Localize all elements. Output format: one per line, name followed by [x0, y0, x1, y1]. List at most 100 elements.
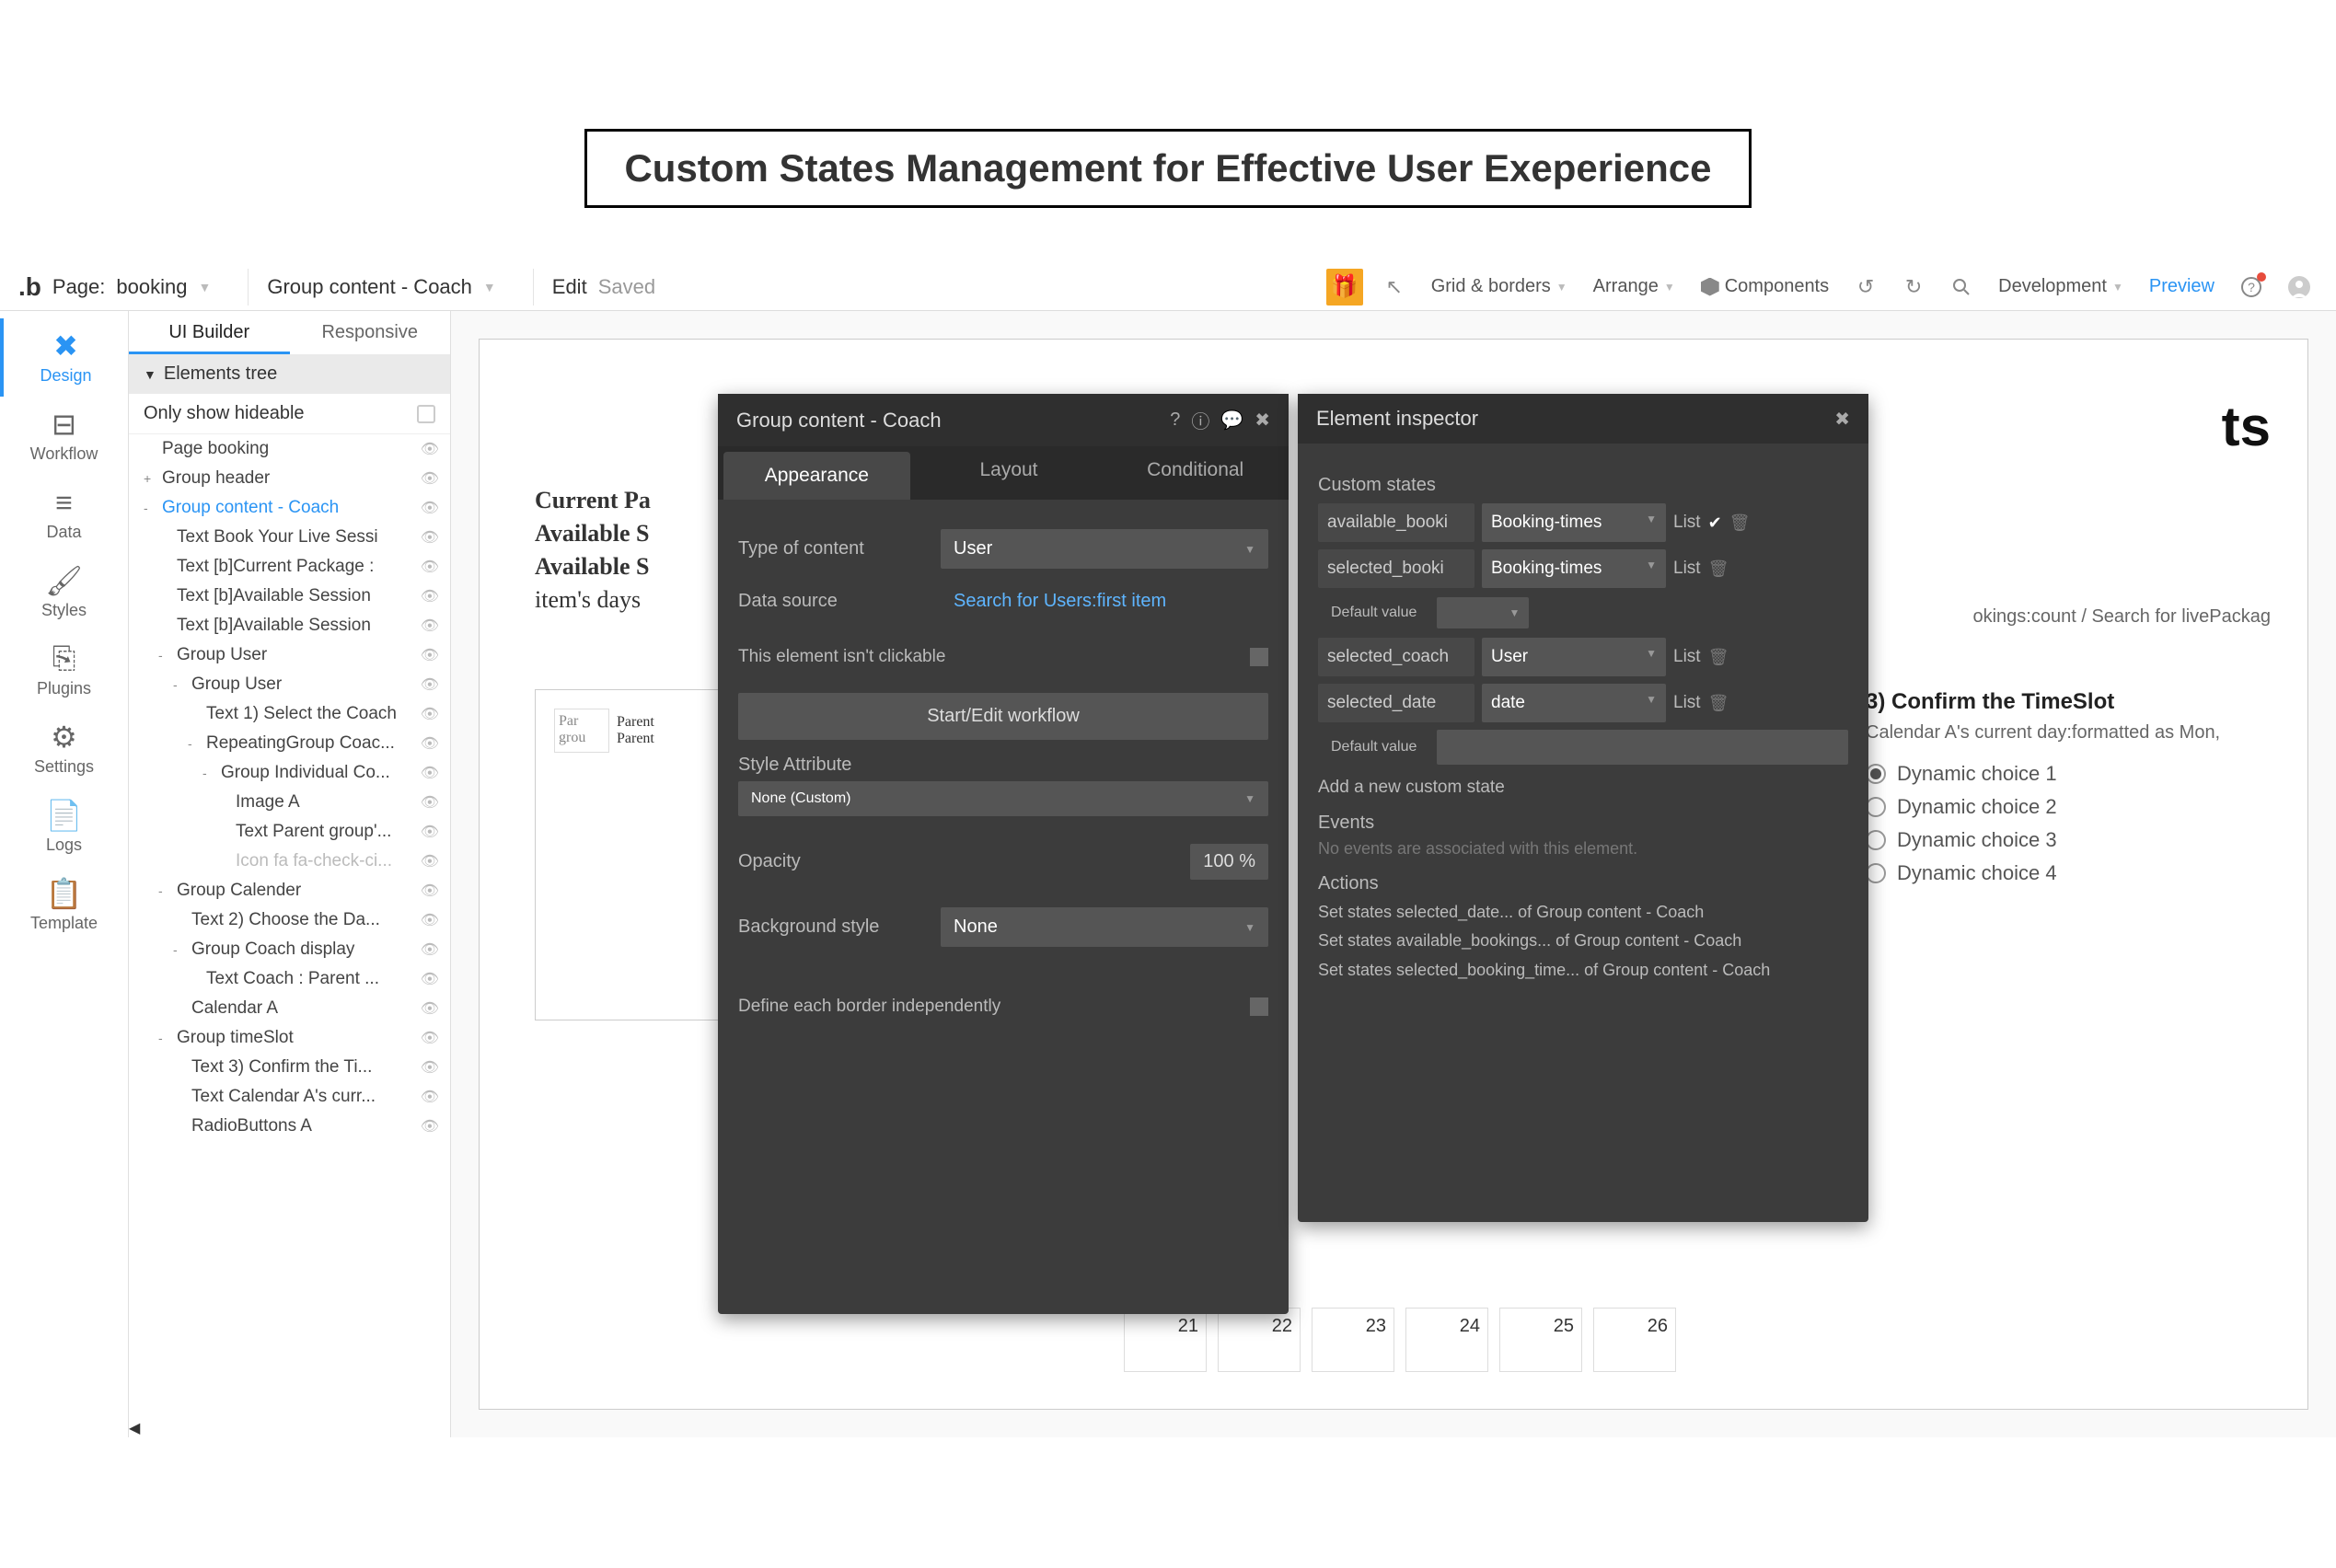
tree-item[interactable]: Text [b]Available Session👁 — [129, 582, 450, 611]
tree-item[interactable]: -Group Calender👁 — [129, 876, 450, 905]
data-source-expression[interactable]: Search for Users:first item — [941, 582, 1268, 621]
close-icon[interactable]: ✖ — [1834, 408, 1850, 431]
info-icon[interactable]: ⓘ — [1191, 407, 1209, 433]
calendar-cell[interactable]: 23 — [1312, 1308, 1394, 1372]
eye-icon[interactable]: 👁 — [421, 705, 439, 723]
help-icon[interactable]: ? — [1170, 409, 1180, 431]
tab-ui-builder[interactable]: UI Builder — [129, 311, 290, 354]
development-menu[interactable]: Development ▼ — [1991, 276, 2131, 297]
tab-appearance[interactable]: Appearance — [723, 452, 910, 500]
eye-icon[interactable]: 👁 — [421, 558, 439, 576]
trash-icon[interactable]: 🗑 — [1708, 559, 1729, 579]
tree-item[interactable]: Text Calendar A's curr...👁 — [129, 1082, 450, 1112]
state-name-input[interactable]: selected_coach — [1318, 638, 1474, 676]
calendar-cell[interactable]: 25 — [1499, 1308, 1582, 1372]
element-selector[interactable]: Group content - Coach — [267, 275, 472, 299]
page-name[interactable]: booking — [116, 275, 187, 299]
tree-item[interactable]: Icon fa fa-check-ci...👁 — [129, 847, 450, 876]
panel-collapse-handle[interactable]: ◀ — [129, 1419, 450, 1437]
modal-header[interactable]: Element inspector ✖ — [1298, 394, 1868, 444]
tree-toggle-icon[interactable]: - — [173, 942, 188, 957]
border-independent-checkbox[interactable] — [1250, 997, 1268, 1016]
tree-toggle-icon[interactable]: - — [188, 736, 202, 751]
tree-toggle-icon[interactable]: - — [158, 1031, 173, 1045]
tree-item[interactable]: Page booking👁 — [129, 434, 450, 464]
state-type-select[interactable]: User▼ — [1482, 638, 1666, 676]
tab-conditional[interactable]: Conditional — [1102, 446, 1289, 500]
eye-icon[interactable]: 👁 — [421, 764, 439, 782]
modal-header[interactable]: Group content - Coach ? ⓘ 💬 ✖ — [718, 394, 1289, 446]
trash-icon[interactable]: 🗑 — [1708, 694, 1729, 713]
default-value-select[interactable]: ▼ — [1437, 597, 1529, 628]
checkbox-icon[interactable] — [417, 405, 435, 423]
calendar-cell[interactable]: 26 — [1593, 1308, 1676, 1372]
eye-icon[interactable]: 👁 — [421, 940, 439, 959]
tree-toggle-icon[interactable]: - — [158, 883, 173, 898]
calendar-cell[interactable]: 24 — [1405, 1308, 1488, 1372]
rail-settings[interactable]: ⚙Settings — [0, 709, 128, 788]
tree-item[interactable]: Text 2) Choose the Da...👁 — [129, 905, 450, 935]
help-icon[interactable]: ? — [2235, 271, 2268, 304]
add-custom-state-link[interactable]: Add a new custom state — [1318, 778, 1848, 798]
tree-item[interactable]: Calendar A👁 — [129, 994, 450, 1023]
radio-option-3[interactable]: Dynamic choice 3 — [1866, 828, 2271, 852]
action-link[interactable]: Set states available_bookings... of Grou… — [1318, 930, 1848, 951]
default-value-input[interactable] — [1437, 730, 1848, 765]
eye-icon[interactable]: 👁 — [421, 1058, 439, 1077]
tree-item[interactable]: Text Coach : Parent ...👁 — [129, 964, 450, 994]
edit-label[interactable]: Edit — [552, 275, 587, 299]
tree-toggle-icon[interactable]: - — [144, 501, 158, 515]
tree-item[interactable]: -Group User👁 — [129, 670, 450, 699]
grid-borders-menu[interactable]: Grid & borders ▼ — [1424, 276, 1575, 297]
radio-option-1[interactable]: Dynamic choice 1 — [1866, 762, 2271, 786]
tree-item[interactable]: -Group timeSlot👁 — [129, 1023, 450, 1053]
eye-icon[interactable]: 👁 — [421, 999, 439, 1018]
eye-icon[interactable]: 👁 — [421, 440, 439, 458]
eye-icon[interactable]: 👁 — [421, 587, 439, 605]
tree-item[interactable]: -Group Individual Co...👁 — [129, 758, 450, 788]
tree-item[interactable]: -Group User👁 — [129, 640, 450, 670]
cursor-icon[interactable]: ↖ — [1378, 271, 1411, 304]
tree-toggle-icon[interactable]: - — [173, 677, 188, 692]
radio-option-2[interactable]: Dynamic choice 2 — [1866, 795, 2271, 819]
state-name-input[interactable]: selected_booki — [1318, 549, 1474, 588]
tree-toggle-icon[interactable]: - — [202, 766, 217, 780]
trash-icon[interactable]: 🗑 — [1729, 513, 1751, 533]
style-attribute-select[interactable]: None (Custom)▼ — [738, 781, 1268, 816]
chevron-down-icon[interactable]: ▼ — [483, 280, 496, 294]
clickable-checkbox[interactable] — [1250, 648, 1268, 666]
comment-icon[interactable]: 💬 — [1220, 409, 1243, 432]
tree-item[interactable]: Image A👁 — [129, 788, 450, 817]
eye-icon[interactable]: 👁 — [421, 528, 439, 547]
preview-button[interactable]: Preview — [2142, 276, 2222, 297]
eye-icon[interactable]: 👁 — [421, 882, 439, 900]
gift-icon[interactable]: 🎁 — [1326, 269, 1363, 306]
tree-item[interactable]: Text 1) Select the Coach👁 — [129, 699, 450, 729]
start-edit-workflow-button[interactable]: Start/Edit workflow — [738, 693, 1268, 740]
eye-icon[interactable]: 👁 — [421, 617, 439, 635]
tab-layout[interactable]: Layout — [916, 446, 1103, 500]
eye-icon[interactable]: 👁 — [421, 852, 439, 870]
eye-icon[interactable]: 👁 — [421, 911, 439, 929]
tree-item[interactable]: -Group Coach display👁 — [129, 935, 450, 964]
tab-responsive[interactable]: Responsive — [290, 311, 451, 354]
calendar-cell[interactable]: 21 — [1124, 1308, 1207, 1372]
close-icon[interactable]: ✖ — [1255, 409, 1270, 432]
state-type-select[interactable]: Booking-times▼ — [1482, 549, 1666, 588]
components-button[interactable]: Components — [1694, 276, 1836, 297]
rail-styles[interactable]: 🖌Styles — [0, 553, 128, 631]
action-link[interactable]: Set states selected_booking_time... of G… — [1318, 960, 1848, 981]
action-link[interactable]: Set states selected_date... of Group con… — [1318, 902, 1848, 923]
tree-item[interactable]: Text [b]Current Package :👁 — [129, 552, 450, 582]
tree-item[interactable]: +Group header👁 — [129, 464, 450, 493]
undo-icon[interactable]: ↺ — [1849, 271, 1882, 304]
tree-item[interactable]: Text Parent group'...👁 — [129, 817, 450, 847]
list-check-icon[interactable]: ✔ — [1708, 513, 1722, 533]
tree-item[interactable]: -RepeatingGroup Coac...👁 — [129, 729, 450, 758]
tree-item[interactable]: Text 3) Confirm the Ti...👁 — [129, 1053, 450, 1082]
rail-data[interactable]: ≡Data — [0, 475, 128, 553]
eye-icon[interactable]: 👁 — [421, 1029, 439, 1047]
eye-icon[interactable]: 👁 — [421, 1117, 439, 1136]
radio-option-4[interactable]: Dynamic choice 4 — [1866, 861, 2271, 885]
eye-icon[interactable]: 👁 — [421, 1088, 439, 1106]
